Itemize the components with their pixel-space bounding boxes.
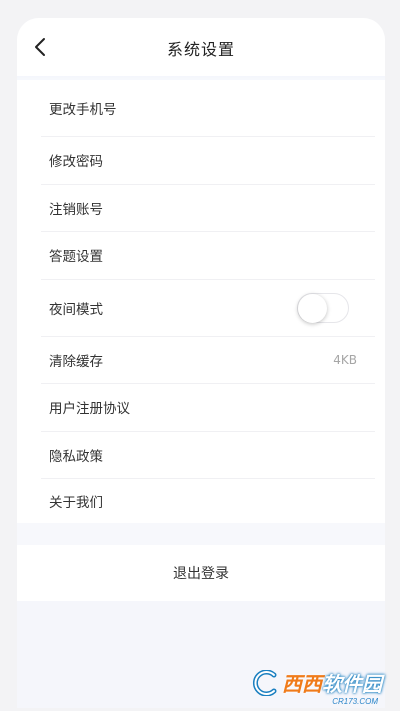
settings-item-night-mode: 夜间模式: [41, 280, 375, 337]
page-title: 系统设置: [166, 40, 235, 59]
settings-item-clear-cache[interactable]: 清除缓存 4KB: [41, 337, 375, 384]
night-mode-toggle[interactable]: [297, 292, 349, 323]
settings-item-label: 关于我们: [49, 495, 103, 511]
section-divider: [17, 533, 385, 545]
settings-item-label: 答题设置: [49, 249, 103, 266]
settings-item-label: 注销账号: [49, 201, 103, 218]
watermark-text: 西西软件园: [282, 668, 382, 697]
settings-item-label: 隐私政策: [49, 448, 103, 465]
settings-item-change-phone[interactable]: 更改手机号: [41, 80, 375, 137]
settings-item-change-password[interactable]: 修改密码: [41, 137, 375, 185]
settings-item-privacy-policy[interactable]: 隐私政策: [41, 432, 375, 479]
toggle-knob: [298, 293, 327, 323]
settings-item-about-us[interactable]: 关于我们: [41, 479, 375, 523]
cache-size-value: 4KB: [333, 352, 357, 367]
settings-item-label: 夜间模式: [49, 301, 103, 318]
phone-screen: 系统设置 更改手机号 修改密码 注销账号 答题设置 夜间模式 清除缓存 4KB …: [17, 18, 385, 708]
watermark: 西西软件园 CR173.COM: [250, 668, 382, 706]
watermark-subtext: CR173.COM: [332, 697, 378, 706]
settings-list: 更改手机号 修改密码 注销账号 答题设置 夜间模式 清除缓存 4KB 用户注册协…: [17, 80, 385, 523]
logout-label: 退出登录: [173, 566, 229, 582]
header: 系统设置: [17, 18, 385, 76]
settings-item-label: 用户注册协议: [49, 401, 130, 418]
settings-item-user-agreement[interactable]: 用户注册协议: [41, 384, 375, 432]
settings-item-answer-settings[interactable]: 答题设置: [41, 232, 375, 280]
watermark-text-brand: 软件园: [322, 674, 382, 696]
settings-item-label: 修改密码: [49, 154, 103, 171]
settings-item-label: 清除缓存: [49, 353, 103, 370]
settings-item-label: 更改手机号: [49, 102, 117, 118]
watermark-logo-icon: [253, 669, 277, 696]
watermark-text-main: 西西: [282, 674, 322, 696]
logout-button[interactable]: 退出登录: [17, 545, 385, 601]
settings-item-delete-account[interactable]: 注销账号: [41, 185, 375, 232]
